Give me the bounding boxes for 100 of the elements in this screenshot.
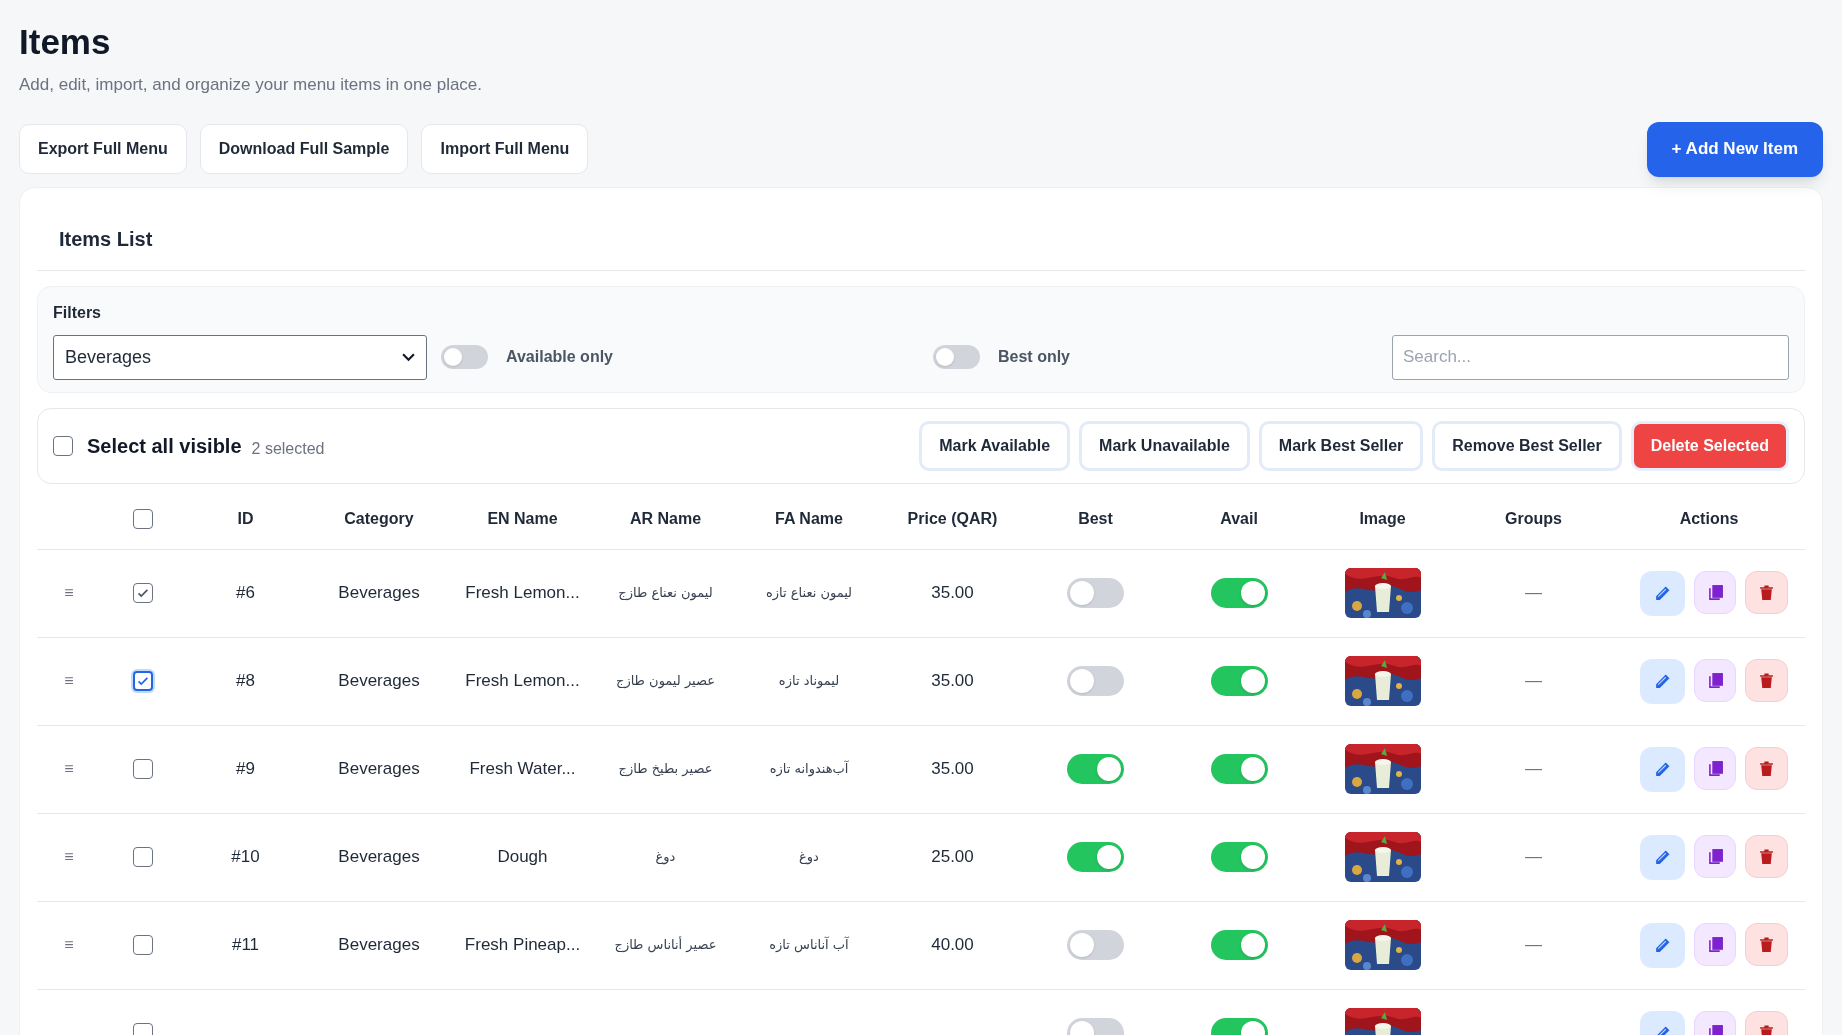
table-cell-text: — <box>1525 582 1542 605</box>
bulk-action-button[interactable]: Mark Available <box>919 420 1071 471</box>
bulk-action-button[interactable]: Mark Unavailable <box>1079 420 1250 471</box>
drag-handle[interactable]: ≡ <box>64 581 74 605</box>
duplicate-button[interactable] <box>1694 570 1736 614</box>
delete-button[interactable] <box>1745 746 1788 790</box>
trash-icon <box>1758 1023 1775 1035</box>
table-cell-text: #6 <box>236 582 255 605</box>
card-title: Items List <box>37 187 1805 271</box>
column-header: ID <box>237 509 254 529</box>
search-field[interactable]: Search... <box>1392 334 1789 380</box>
toggle-switch[interactable] <box>1067 842 1124 872</box>
table-cell-text: Fresh Lemon... <box>465 670 580 693</box>
table-cell-text: Beverages <box>338 670 420 693</box>
selected-count: 2 selected <box>251 438 325 459</box>
table-cell-text: Beverages <box>338 758 420 781</box>
duplicate-button[interactable] <box>1694 746 1736 790</box>
table-cell-text: ليمون نعناع تازه <box>765 584 853 603</box>
table-cell-text: Beverages <box>338 582 420 605</box>
toggle-switch[interactable] <box>441 345 488 369</box>
copy-icon <box>1706 671 1724 689</box>
trash-icon <box>1758 935 1775 953</box>
toggle-switch[interactable] <box>1067 754 1124 784</box>
toggle-switch[interactable] <box>1210 842 1268 872</box>
delete-button[interactable] <box>1745 922 1788 966</box>
table-cell-text: ليموناد تازه <box>778 672 840 691</box>
edit-button[interactable] <box>1640 658 1685 704</box>
column-header: Avail <box>1220 509 1258 529</box>
toolbar-button[interactable]: Import Full Menu <box>421 124 589 174</box>
chevron-down-icon <box>402 352 415 362</box>
duplicate-button[interactable] <box>1694 922 1736 966</box>
select-all-label: Select all visible <box>87 433 242 459</box>
table-cell: آب آناناس تازه <box>769 935 849 955</box>
copy-icon <box>1706 583 1724 601</box>
column-header: EN Name <box>487 509 558 529</box>
table-cell-text: Fresh Lemon... <box>465 582 580 605</box>
duplicate-button[interactable] <box>1694 658 1736 702</box>
copy-icon <box>1706 847 1724 865</box>
pencil-icon <box>1654 760 1671 778</box>
table-cell: آب‌هندوانه تازه <box>769 759 849 779</box>
table-cell-text: 35.00 <box>931 758 974 781</box>
toggle-switch[interactable] <box>1210 754 1268 784</box>
table-cell-text: Beverages <box>338 934 420 957</box>
drag-handle[interactable]: ≡ <box>64 845 74 869</box>
trash-icon <box>1758 759 1775 777</box>
table-cell-text: دوغ <box>655 848 676 867</box>
toggle-switch[interactable] <box>1067 930 1124 960</box>
pencil-icon <box>1654 672 1671 690</box>
toggle-switch[interactable] <box>1210 930 1268 960</box>
edit-button[interactable] <box>1640 570 1685 616</box>
bulk-action-button[interactable]: Remove Best Seller <box>1432 420 1622 471</box>
toggle-switch[interactable] <box>1210 578 1268 608</box>
filters-label: Filters <box>53 302 102 323</box>
table-cell-text: عصير بطيخ طازج <box>618 760 713 779</box>
pencil-icon <box>1654 584 1671 602</box>
delete-button[interactable] <box>1745 834 1788 878</box>
bulk-action-button[interactable]: Mark Best Seller <box>1258 420 1424 471</box>
duplicate-button[interactable] <box>1694 834 1736 878</box>
table-cell-text: 35.00 <box>931 670 974 693</box>
toolbar-button[interactable]: Export Full Menu <box>19 124 187 174</box>
copy-icon <box>1706 1023 1724 1035</box>
pencil-icon <box>1654 936 1671 954</box>
edit-button[interactable] <box>1640 834 1685 880</box>
toggle-switch[interactable] <box>1067 578 1124 608</box>
drag-handle[interactable]: ≡ <box>64 669 74 693</box>
category-dropdown[interactable]: Beverages <box>53 334 427 380</box>
table-cell-text: 40.00 <box>931 934 974 957</box>
bulk-action-button[interactable]: Delete Selected <box>1630 420 1789 471</box>
table-cell-text: — <box>1525 934 1542 957</box>
drag-handle[interactable]: ≡ <box>64 757 74 781</box>
page-title: Items <box>19 21 112 63</box>
edit-button[interactable] <box>1640 922 1685 968</box>
table-cell-text: Fresh Pineap... <box>464 934 581 957</box>
table-cell-text: #8 <box>236 670 255 693</box>
column-header: Image <box>1359 509 1406 529</box>
pencil-icon <box>1654 848 1671 866</box>
column-header: AR Name <box>629 509 702 529</box>
column-header: Groups <box>1505 509 1562 529</box>
toggle-label: Best only <box>998 347 1070 367</box>
copy-icon <box>1706 759 1724 777</box>
checkbox[interactable] <box>132 509 153 529</box>
table-cell-text: 35.00 <box>931 582 974 605</box>
copy-icon <box>1706 935 1724 953</box>
trash-icon <box>1758 583 1775 601</box>
toolbar-button[interactable]: Download Full Sample <box>199 124 409 174</box>
delete-button[interactable] <box>1745 570 1788 614</box>
drag-handle[interactable]: ≡ <box>64 933 74 957</box>
checkbox[interactable] <box>53 435 73 456</box>
edit-button[interactable] <box>1640 746 1685 792</box>
delete-button[interactable] <box>1745 658 1788 702</box>
trash-icon <box>1758 847 1775 865</box>
toggle-switch[interactable] <box>933 345 980 369</box>
add-item-button[interactable]: + Add New Item <box>1646 121 1823 177</box>
table-cell-text: #10 <box>231 846 260 869</box>
table-cell-text: ليمون نعناع طازج <box>618 584 713 603</box>
table-cell-text: عصير ليمون طازج <box>616 672 715 691</box>
column-header: FA Name <box>775 509 843 529</box>
toggle-switch[interactable] <box>1067 666 1124 696</box>
toggle-switch[interactable] <box>1210 666 1268 696</box>
toggle-label: Available only <box>506 347 613 367</box>
